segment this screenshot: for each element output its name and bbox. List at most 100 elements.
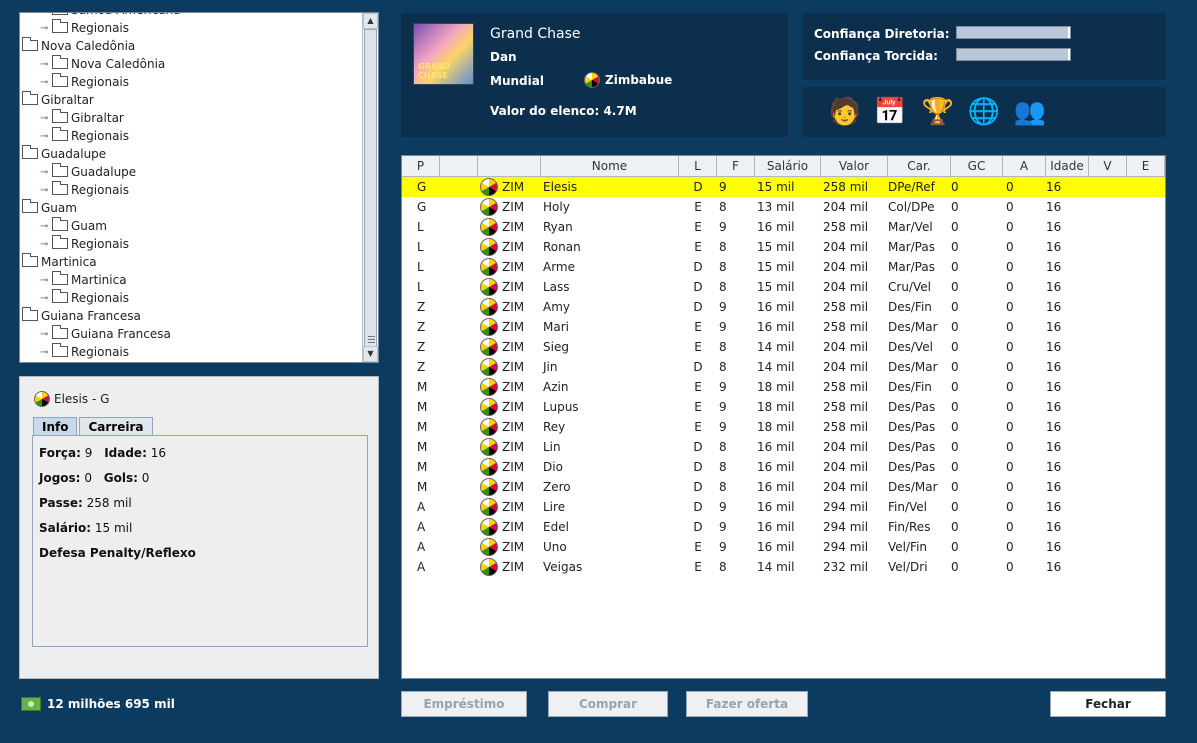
column-header[interactable]: F — [717, 156, 755, 176]
column-header[interactable]: L — [679, 156, 717, 176]
tree-node-label: Gibraltar — [71, 111, 124, 125]
comprar-button[interactable]: Comprar — [548, 691, 668, 717]
tree-league-node[interactable]: ⊸ Guadalupe — [20, 163, 362, 181]
cell-name: Amy — [543, 300, 570, 314]
tree-league-node[interactable]: ⊸Samoa Americana — [20, 13, 362, 19]
table-row[interactable]: L ZIM Lass D 8 15 mil 204 mil Cru/Vel 0 0 16 — [402, 277, 1165, 297]
column-header[interactable]: GC — [951, 156, 1003, 176]
cell-v — [1089, 297, 1127, 317]
table-row[interactable]: G ZIM Elesis D 9 15 mil 258 mil DPe/Ref 0 0 16 — [402, 177, 1165, 197]
cell-a: 0 — [1006, 220, 1014, 234]
column-header[interactable] — [478, 156, 541, 176]
table-row[interactable]: M ZIM Dio D 8 16 mil 204 mil Des/Pas 0 0 16 — [402, 457, 1165, 477]
table-row[interactable]: Z ZIM Amy D 9 16 mil 258 mil Des/Fin 0 0 16 — [402, 297, 1165, 317]
trophy-icon[interactable]: 🏆 — [920, 93, 956, 131]
scroll-down-icon[interactable]: ▼ — [363, 346, 378, 362]
cell-gc: 0 — [951, 560, 959, 574]
zimbabwe-flag-icon — [480, 238, 498, 256]
tree-country-node[interactable]: Guiana Francesa — [20, 307, 362, 325]
tree-node-label: Gibraltar — [41, 93, 94, 107]
tab-info[interactable]: Info — [33, 417, 78, 436]
table-row[interactable]: M ZIM Rey E 9 18 mil 258 mil Des/Pas 0 0 16 — [402, 417, 1165, 437]
cell-age: 16 — [1046, 280, 1062, 294]
tree-country-node[interactable]: Guam — [20, 199, 362, 217]
cell-salary: 16 mil — [757, 500, 795, 514]
tab-carreira[interactable]: Carreira — [79, 417, 153, 436]
table-row[interactable]: L ZIM Ronan E 8 15 mil 204 mil Mar/Pas 0 0 16 — [402, 237, 1165, 257]
column-header[interactable]: Nome — [541, 156, 679, 176]
cell-name: Dio — [543, 460, 563, 474]
tree-league-node[interactable]: ⊸ Regionais — [20, 181, 362, 199]
cell-nation: ZIM — [478, 397, 541, 417]
tree-league-node[interactable]: ⊸ Martinica — [20, 271, 362, 289]
region-tree[interactable]: ⊸Samoa Americana⊸RegionaisNova Caledônia… — [19, 12, 379, 363]
stats-icon[interactable]: 🌐 — [966, 93, 1002, 131]
cell-characteristics: Des/Pas — [888, 420, 936, 434]
cell-gc: 0 — [951, 280, 959, 294]
table-row[interactable]: A ZIM Edel D 9 16 mil 294 mil Fin/Res 0 0 16 — [402, 517, 1165, 537]
fechar-button[interactable]: Fechar — [1050, 691, 1166, 717]
tree-country-node[interactable]: Guadalupe — [20, 145, 362, 163]
emprestimo-button[interactable]: Empréstimo — [401, 691, 527, 717]
cell-a: 0 — [1006, 200, 1014, 214]
cell-salary: 18 mil — [757, 420, 795, 434]
column-header[interactable]: E — [1127, 156, 1165, 176]
column-header[interactable]: Valor — [821, 156, 888, 176]
cell-characteristics: Fin/Vel — [888, 500, 928, 514]
column-header[interactable]: V — [1089, 156, 1127, 176]
tree-league-node[interactable]: ⊸ Gibraltar — [20, 109, 362, 127]
tree-league-node[interactable]: ⊸ Guam — [20, 217, 362, 235]
column-header[interactable]: Car. — [888, 156, 951, 176]
table-row[interactable]: M ZIM Azin E 9 18 mil 258 mil Des/Fin 0 0 16 — [402, 377, 1165, 397]
tree-league-node[interactable]: ⊸ Regionais — [20, 19, 362, 37]
tree-scrollbar[interactable]: ▲ ▼ — [362, 13, 378, 362]
cell-nation: ZIM — [478, 337, 541, 357]
cell-value: 258 mil — [823, 320, 869, 334]
fazer-oferta-button[interactable]: Fazer oferta — [686, 691, 808, 717]
tree-country-node[interactable]: Gibraltar — [20, 91, 362, 109]
table-row[interactable]: M ZIM Lin D 8 16 mil 204 mil Des/Pas 0 0 16 — [402, 437, 1165, 457]
tree-league-node[interactable]: ⊸ Regionais — [20, 127, 362, 145]
tree-league-node[interactable]: ⊸ Regionais — [20, 235, 362, 253]
zimbabwe-flag-icon — [480, 178, 498, 196]
table-row[interactable]: M ZIM Zero D 8 16 mil 204 mil Des/Mar 0 0 16 — [402, 477, 1165, 497]
cell-position: A — [417, 520, 426, 534]
table-row[interactable]: L ZIM Ryan E 9 16 mil 258 mil Mar/Vel 0 0 16 — [402, 217, 1165, 237]
cell-name: Mari — [543, 320, 569, 334]
tree-country-node[interactable]: Nova Caledônia — [20, 37, 362, 55]
table-row[interactable]: M ZIM Lupus E 9 18 mil 258 mil Des/Pas 0 0 16 — [402, 397, 1165, 417]
table-row[interactable]: Z ZIM Mari E 9 16 mil 258 mil Des/Mar 0 0 16 — [402, 317, 1165, 337]
conf-diretoria-bar — [956, 26, 1071, 39]
column-header[interactable]: Idade — [1046, 156, 1089, 176]
column-header[interactable]: Salário — [755, 156, 821, 176]
table-row[interactable]: Z ZIM Jin D 8 14 mil 204 mil Des/Mar 0 0 16 — [402, 357, 1165, 377]
table-row[interactable]: A ZIM Uno E 9 16 mil 294 mil Vel/Fin 0 0 16 — [402, 537, 1165, 557]
cell-a: 0 — [1006, 360, 1014, 374]
zimbabwe-flag-icon — [480, 418, 498, 436]
tree-league-node[interactable]: ⊸ Nova Caledônia — [20, 55, 362, 73]
cell-side: D — [693, 500, 703, 514]
column-header[interactable]: P — [402, 156, 440, 176]
column-header[interactable]: A — [1003, 156, 1046, 176]
cell-position: Z — [417, 340, 426, 354]
tree-league-node[interactable]: ⊸ Guiana Francesa — [20, 325, 362, 343]
table-row[interactable]: L ZIM Arme D 8 15 mil 204 mil Mar/Pas 0 0 16 — [402, 257, 1165, 277]
scroll-thumb[interactable] — [364, 29, 377, 347]
cell-characteristics: Des/Pas — [888, 460, 936, 474]
table-row[interactable]: A ZIM Lire D 9 16 mil 294 mil Fin/Vel 0 0 16 — [402, 497, 1165, 517]
cell-strength: 9 — [719, 380, 727, 394]
scroll-up-icon[interactable]: ▲ — [363, 13, 378, 29]
hierarchy-icon[interactable]: 👥 — [1012, 93, 1048, 131]
column-header[interactable] — [440, 156, 478, 176]
calendar-icon[interactable]: 📅 — [872, 93, 908, 131]
tree-league-node[interactable]: ⊸ Regionais — [20, 343, 362, 361]
table-row[interactable]: A ZIM Veigas E 8 14 mil 232 mil Vel/Dri 0 0 16 — [402, 557, 1165, 577]
table-row[interactable]: G ZIM Holy E 8 13 mil 204 mil Col/DPe 0 0 16 — [402, 197, 1165, 217]
squad-table[interactable]: P Nome L F Salário Valor Car. GC A Idade V E G ZIM El… — [401, 155, 1166, 679]
tree-league-node[interactable]: ⊸ Regionais — [20, 73, 362, 91]
coach-icon[interactable]: 🧑 — [827, 93, 863, 131]
cell-side: E — [694, 320, 702, 334]
tree-country-node[interactable]: Martinica — [20, 253, 362, 271]
tree-league-node[interactable]: ⊸ Regionais — [20, 289, 362, 307]
table-row[interactable]: Z ZIM Sieg E 8 14 mil 204 mil Des/Vel 0 0 16 — [402, 337, 1165, 357]
